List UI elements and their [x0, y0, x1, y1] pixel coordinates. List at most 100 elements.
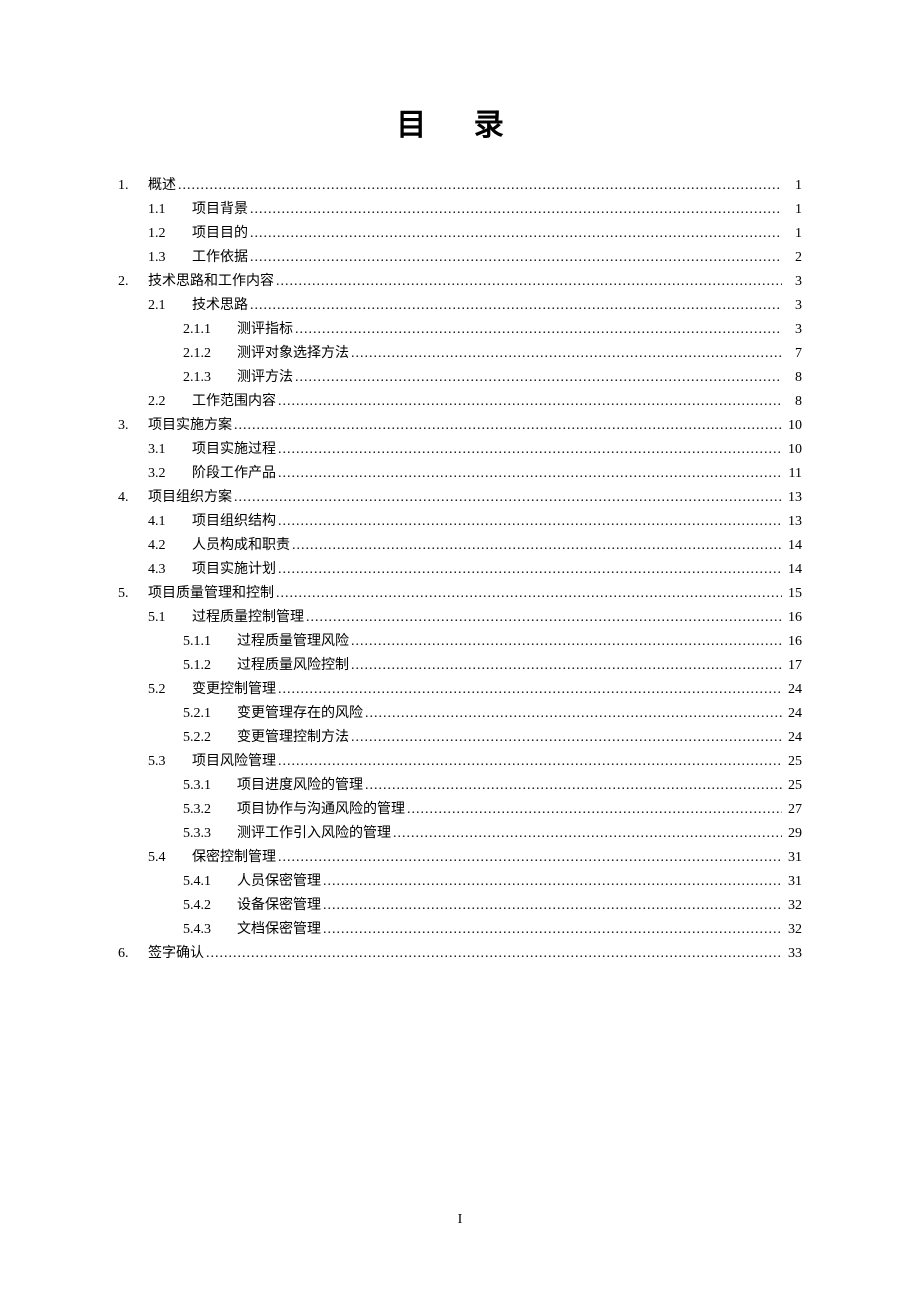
toc-page-number: 32 — [784, 894, 802, 918]
toc-entry[interactable]: 4.3项目实施计划14 — [118, 558, 802, 582]
toc-label: 测评指标 — [237, 318, 293, 342]
toc-entry[interactable]: 1.3工作依据2 — [118, 246, 802, 270]
toc-page-number: 25 — [784, 750, 802, 774]
toc-leader-dots — [306, 606, 782, 630]
toc-entry[interactable]: 5.4保密控制管理31 — [118, 846, 802, 870]
toc-entry[interactable]: 3.项目实施方案 10 — [118, 414, 802, 438]
toc-leader-dots — [365, 702, 782, 726]
toc-label: 变更管理控制方法 — [237, 726, 349, 750]
toc-leader-dots — [234, 486, 782, 510]
toc-sub-number: 5.3.3 — [183, 822, 237, 846]
toc-entry[interactable]: 5.1过程质量控制管理16 — [118, 606, 802, 630]
toc-sub-number: 1.2 — [148, 222, 192, 246]
toc-entry[interactable]: 6.签字确认33 — [118, 942, 802, 966]
toc-label: 人员保密管理 — [237, 870, 321, 894]
toc-leader-dots — [278, 390, 782, 414]
toc-entry[interactable]: 5.3项目风险管理25 — [118, 750, 802, 774]
toc-entry[interactable]: 5.2变更控制管理24 — [118, 678, 802, 702]
toc-page-number: 31 — [784, 870, 802, 894]
toc-entry[interactable]: 2.1技术思路3 — [118, 294, 802, 318]
toc-entry[interactable]: 2.2工作范围内容8 — [118, 390, 802, 414]
toc-label: 项目背景 — [192, 198, 248, 222]
toc-leader-dots — [295, 366, 782, 390]
toc-label: 项目实施过程 — [192, 438, 276, 462]
toc-entry[interactable]: 1.2项目目的1 — [118, 222, 802, 246]
toc-leader-dots — [351, 630, 782, 654]
toc-entry[interactable]: 5.2.1变更管理存在的风险24 — [118, 702, 802, 726]
toc-sub-number: 5.1 — [148, 606, 192, 630]
toc-label: 测评方法 — [237, 366, 293, 390]
toc-entry[interactable]: 5.3.2项目协作与沟通风险的管理 27 — [118, 798, 802, 822]
toc-entry[interactable]: 4.2人员构成和职责14 — [118, 534, 802, 558]
toc-page-number: 14 — [784, 534, 802, 558]
toc-entry[interactable]: 2.技术思路和工作内容3 — [118, 270, 802, 294]
toc-leader-dots — [234, 414, 782, 438]
toc-entry[interactable]: 5.2.2变更管理控制方法24 — [118, 726, 802, 750]
toc-label: 阶段工作产品 — [192, 462, 276, 486]
toc-label: 人员构成和职责 — [192, 534, 290, 558]
toc-leader-dots — [276, 270, 782, 294]
toc-entry[interactable]: 5.项目质量管理和控制15 — [118, 582, 802, 606]
toc-label: 工作范围内容 — [192, 390, 276, 414]
toc-entry[interactable]: 4.1项目组织结构13 — [118, 510, 802, 534]
toc-top-number: 6. — [118, 942, 148, 966]
toc-title: 目 录 — [118, 100, 802, 144]
toc-label: 技术思路 — [192, 294, 248, 318]
toc-entry[interactable]: 5.1.2过程质量风险控制17 — [118, 654, 802, 678]
toc-label: 项目目的 — [192, 222, 248, 246]
page-footer: I — [0, 1212, 920, 1228]
toc-sub-number: 5.3.1 — [183, 774, 237, 798]
toc-page-number: 15 — [784, 582, 802, 606]
toc-top-number: 5. — [118, 582, 148, 606]
toc-sub-number: 5.2 — [148, 678, 192, 702]
toc-entry[interactable]: 5.3.1项目进度风险的管理25 — [118, 774, 802, 798]
toc-top-number: 3. — [118, 414, 148, 438]
toc-entry[interactable]: 1.概述1 — [118, 174, 802, 198]
toc-entry[interactable]: 4.项目组织方案13 — [118, 486, 802, 510]
toc-sub-number: 4.1 — [148, 510, 192, 534]
toc-label: 技术思路和工作内容 — [148, 270, 274, 294]
toc-leader-dots — [323, 918, 782, 942]
toc-leader-dots — [250, 246, 782, 270]
toc-page-number: 32 — [784, 918, 802, 942]
toc-sub-number: 2.1.3 — [183, 366, 237, 390]
toc-sub-number: 2.1.1 — [183, 318, 237, 342]
toc-entry[interactable]: 2.1.1测评指标3 — [118, 318, 802, 342]
toc-page-number: 10 — [784, 414, 802, 438]
toc-top-number: 1. — [118, 174, 148, 198]
toc-page-number: 27 — [784, 798, 802, 822]
toc-label: 项目协作与沟通风险的管理 — [237, 798, 405, 822]
toc-entry[interactable]: 5.3.3测评工作引入风险的管理29 — [118, 822, 802, 846]
toc-entry[interactable]: 3.1项目实施过程10 — [118, 438, 802, 462]
toc-entry[interactable]: 5.4.1人员保密管理31 — [118, 870, 802, 894]
page-container: 目 录 1.概述11.1项目背景11.2项目目的11.3工作依据22.技术思路和… — [0, 0, 920, 966]
toc-entry[interactable]: 5.4.3文档保密管理32 — [118, 918, 802, 942]
toc-sub-number: 5.1.2 — [183, 654, 237, 678]
toc-entry[interactable]: 3.2阶段工作产品11 — [118, 462, 802, 486]
toc-sub-number: 3.1 — [148, 438, 192, 462]
toc-entry[interactable]: 2.1.2测评对象选择方法7 — [118, 342, 802, 366]
toc-sub-number: 1.1 — [148, 198, 192, 222]
toc-page-number: 11 — [784, 462, 802, 486]
toc-page-number: 25 — [784, 774, 802, 798]
toc-sub-number: 1.3 — [148, 246, 192, 270]
toc-entry[interactable]: 1.1项目背景1 — [118, 198, 802, 222]
toc-sub-number: 2.1 — [148, 294, 192, 318]
toc-sub-number: 5.2.1 — [183, 702, 237, 726]
toc-label: 测评工作引入风险的管理 — [237, 822, 391, 846]
toc-sub-number: 5.3.2 — [183, 798, 237, 822]
toc-label: 过程质量管理风险 — [237, 630, 349, 654]
toc-label: 项目实施方案 — [148, 414, 232, 438]
toc-page-number: 24 — [784, 678, 802, 702]
toc-label: 设备保密管理 — [237, 894, 321, 918]
toc-page-number: 3 — [784, 270, 802, 294]
toc-leader-dots — [250, 198, 782, 222]
toc-leader-dots — [278, 678, 782, 702]
toc-entry[interactable]: 5.4.2设备保密管理32 — [118, 894, 802, 918]
toc-sub-number: 5.2.2 — [183, 726, 237, 750]
toc-page-number: 13 — [784, 510, 802, 534]
toc-page-number: 24 — [784, 702, 802, 726]
toc-entry[interactable]: 5.1.1过程质量管理风险16 — [118, 630, 802, 654]
toc-entry[interactable]: 2.1.3测评方法8 — [118, 366, 802, 390]
toc-leader-dots — [278, 510, 782, 534]
